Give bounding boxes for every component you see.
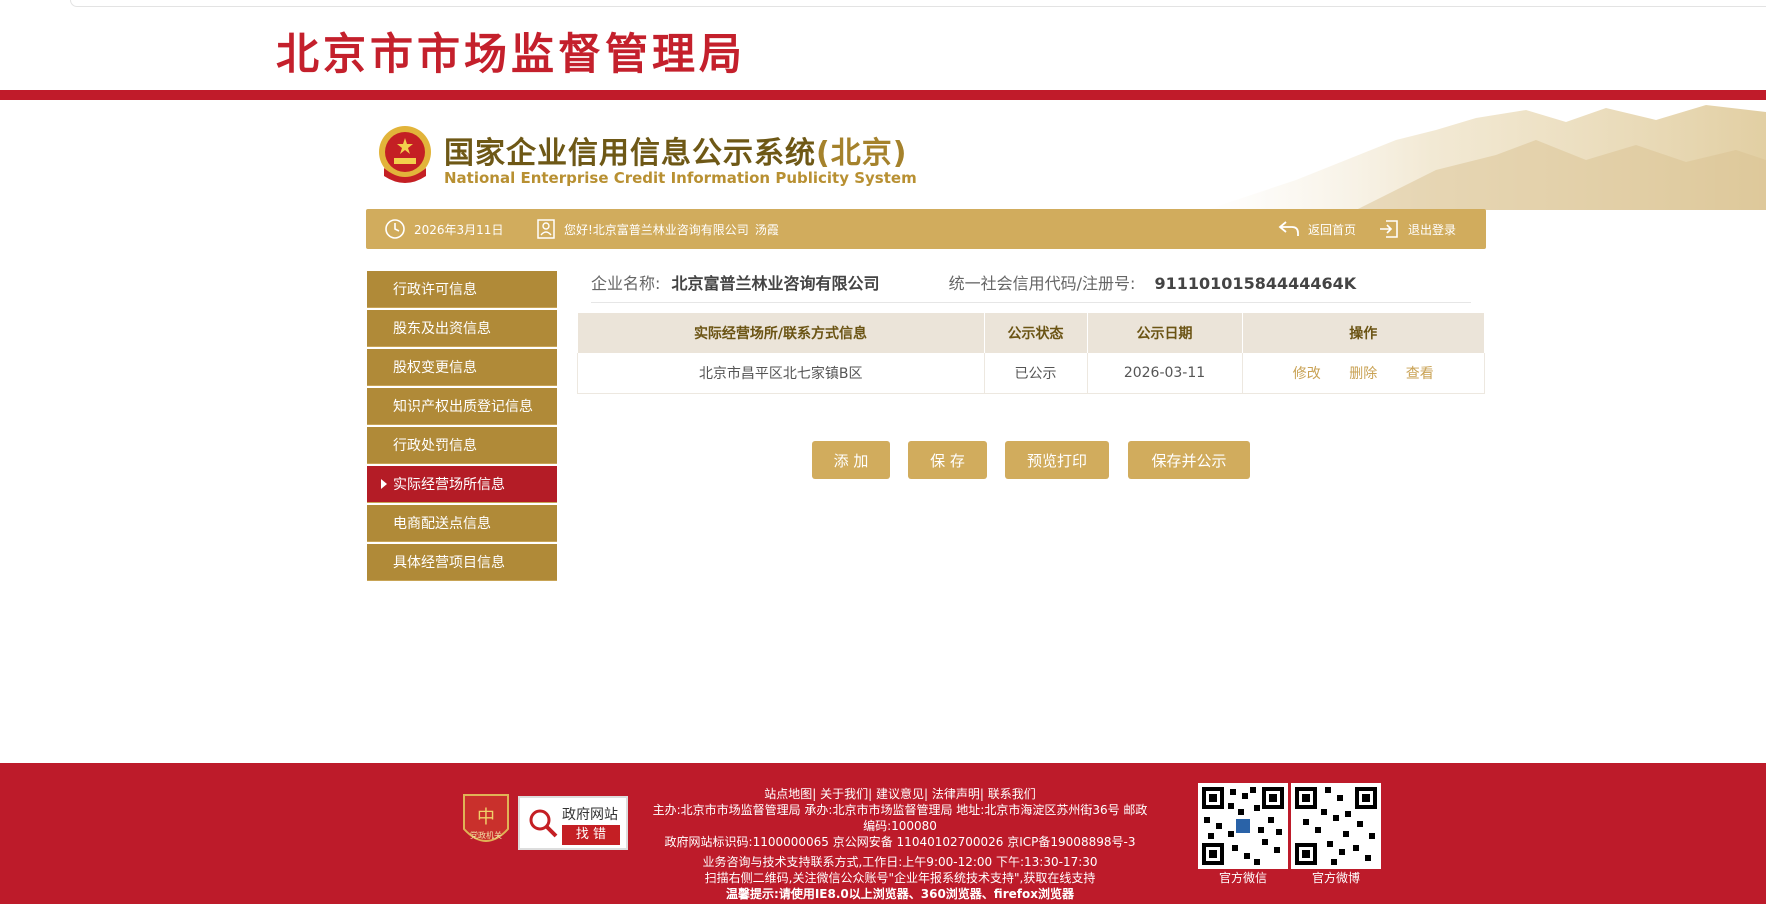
company-name-label: 企业名称: (591, 274, 661, 293)
return-arrow-icon (1278, 221, 1299, 236)
sidebar-item-business-scope[interactable]: 具体经营项目信息 (367, 544, 557, 581)
credit-code: 91110101584444464K (1154, 274, 1357, 293)
sidebar-item-equity-change[interactable]: 股权变更信息 (367, 349, 557, 386)
party-govt-badge-icon[interactable]: 中 党政机关 (460, 791, 512, 851)
column-header-actions: 操作 (1242, 313, 1485, 353)
add-button[interactable]: 添 加 (812, 441, 890, 479)
system-title-region: (北京) (816, 136, 908, 171)
home-link[interactable]: 返回首页 (1278, 209, 1356, 249)
wechat-qr-label: 官方微信 (1218, 871, 1267, 885)
company-name: 北京富普兰林业咨询有限公司 (671, 274, 880, 293)
info-bar: 2026年3月11日 您好!北京富普兰林业咨询有限公司 汤霞 返回首页 退出登录 (366, 209, 1486, 249)
cell-actions: 修改 删除 查看 (1242, 353, 1485, 394)
column-header-address: 实际经营场所/联系方式信息 (577, 313, 985, 353)
company-info: 企业名称: 北京富普兰林业咨询有限公司 统一社会信用代码/注册号: 911101… (591, 270, 1471, 303)
org-title: 北京市市场监督管理局 (276, 30, 746, 80)
sidebar-item-ecommerce-delivery[interactable]: 电商配送点信息 (367, 505, 557, 542)
weibo-qr-label: 官方微博 (1311, 871, 1360, 885)
footer-postcode: 编码:100080 (863, 819, 937, 833)
weibo-qr-code (1291, 783, 1381, 869)
logout-icon (1380, 220, 1398, 238)
user-card-icon (537, 219, 555, 239)
save-publish-button[interactable]: 保存并公示 (1128, 441, 1250, 479)
system-subtitle: National Enterprise Credit Information P… (444, 169, 917, 187)
sidebar-item-admin-penalty[interactable]: 行政处罚信息 (367, 427, 557, 464)
cell-date: 2026-03-11 (1087, 353, 1243, 394)
svg-text:中: 中 (477, 807, 495, 828)
cell-status: 已公示 (984, 353, 1088, 394)
save-button[interactable]: 保 存 (908, 441, 987, 479)
browser-edge (70, 0, 1766, 7)
svg-text:党政机关: 党政机关 (470, 830, 502, 840)
table-row: 北京市昌平区北七家镇B区 已公示 2026-03-11 修改 删除 查看 (577, 353, 1485, 394)
footer-host: 主办:北京市市场监督管理局 承办:北京市市场监督管理局 地址:北京市海淀区苏州街… (652, 803, 1148, 817)
column-header-status: 公示状态 (984, 313, 1088, 353)
footer-tip: 温馨提示:请使用IE8.0以上浏览器、360浏览器、firefox浏览器 (726, 887, 1074, 901)
premises-table: 实际经营场所/联系方式信息 公示状态 公示日期 操作 北京市昌平区北七家镇B区 … (577, 313, 1485, 394)
mountain-decoration (1206, 105, 1766, 210)
table-header-row: 实际经营场所/联系方式信息 公示状态 公示日期 操作 (577, 313, 1485, 353)
national-emblem-icon (379, 126, 431, 183)
sidebar-menu: 行政许可信息 股东及出资信息 股权变更信息 知识产权出质登记信息 行政处罚信息 … (367, 271, 557, 583)
report-error-label: 找 错 (562, 825, 620, 845)
delete-link[interactable]: 删除 (1349, 366, 1377, 382)
wechat-qr-code (1198, 783, 1288, 869)
edit-link[interactable]: 修改 (1293, 366, 1321, 382)
active-arrow-icon (381, 479, 387, 489)
view-link[interactable]: 查看 (1406, 366, 1434, 382)
user-greeting: 您好!北京富普兰林业咨询有限公司 汤霞 (536, 209, 779, 249)
footer: 站点地图| 关于我们| 建议意见| 法律声明| 联系我们 主办:北京市市场监督管… (0, 763, 1766, 904)
sidebar-item-ip-pledge[interactable]: 知识产权出质登记信息 (367, 388, 557, 425)
gov-site-error-report[interactable]: 政府网站 找 错 (518, 796, 628, 850)
column-header-date: 公示日期 (1087, 313, 1243, 353)
gov-site-label: 政府网站 (562, 807, 618, 823)
footer-ids: 政府网站标识码:1100000065 京公网安备 11040102700026 … (664, 835, 1136, 849)
preview-print-button[interactable]: 预览打印 (1005, 441, 1109, 479)
footer-hours: 业务咨询与技术支持联系方式,工作日:上午9:00-12:00 下午:13:30-… (702, 855, 1098, 869)
sidebar-item-admin-license[interactable]: 行政许可信息 (367, 271, 557, 308)
clock-icon (385, 219, 405, 239)
logout-link[interactable]: 退出登录 (1378, 209, 1456, 249)
top-bar: 北京市市场监督管理局 (0, 0, 1766, 90)
sidebar-item-shareholders[interactable]: 股东及出资信息 (367, 310, 557, 347)
system-title: 国家企业信用信息公示系统(北京) (444, 136, 908, 171)
footer-links[interactable]: 站点地图| 关于我们| 建议意见| 法律声明| 联系我们 (640, 785, 1160, 802)
sidebar-item-business-premises[interactable]: 实际经营场所信息 (367, 466, 557, 503)
cell-address: 北京市昌平区北七家镇B区 (577, 353, 985, 394)
user-name: 汤霞 (754, 222, 779, 237)
magnifier-icon (529, 809, 558, 838)
credit-code-label: 统一社会信用代码/注册号: (948, 274, 1136, 293)
date-display: 2026年3月11日 (384, 209, 503, 249)
header-divider (0, 90, 1766, 100)
footer-scan: 扫描右侧二维码,关注微信公众账号"企业年报系统技术支持",获取在线支持 (704, 871, 1096, 885)
